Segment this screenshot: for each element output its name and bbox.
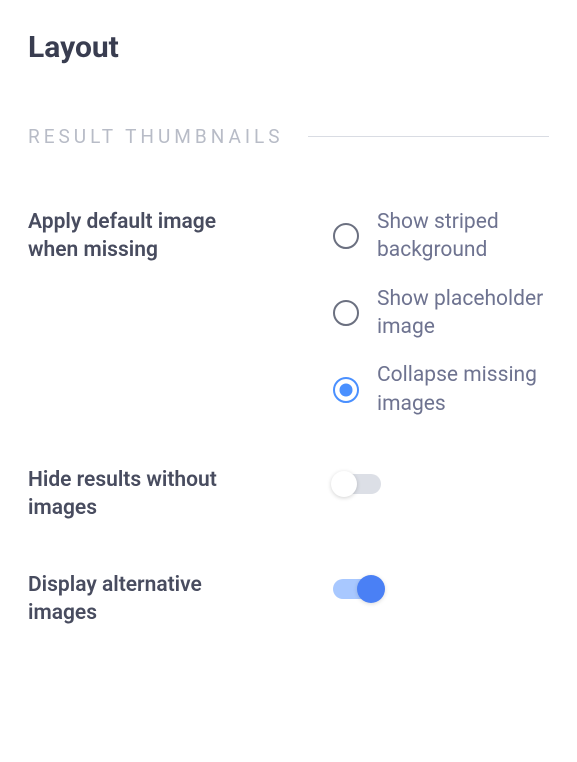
- radio-option-placeholder-image[interactable]: Show placeholder image: [333, 285, 549, 342]
- radio-icon: [333, 300, 359, 326]
- radio-icon: [333, 223, 359, 249]
- radio-label: Show placeholder image: [377, 285, 549, 342]
- setting-label-display-alternative: Display alternative images: [28, 571, 253, 628]
- setting-default-image: Apply default image when missing Show st…: [28, 208, 549, 418]
- setting-label-hide-without-images: Hide results without images: [28, 466, 253, 523]
- section-divider: [308, 136, 549, 137]
- toggle-knob: [331, 471, 357, 497]
- setting-control-default-image: Show striped background Show placeholder…: [253, 208, 549, 418]
- radio-option-striped-background[interactable]: Show striped background: [333, 208, 549, 265]
- radio-label: Collapse missing images: [377, 361, 549, 418]
- toggle-knob: [357, 575, 385, 603]
- radio-option-collapse-missing[interactable]: Collapse missing images: [333, 361, 549, 418]
- section-title: RESULT THUMBNAILS: [28, 125, 284, 148]
- page-title: Layout: [28, 30, 549, 65]
- setting-control-display-alternative: [253, 571, 549, 599]
- setting-label-default-image: Apply default image when missing: [28, 208, 253, 265]
- setting-display-alternative: Display alternative images: [28, 571, 549, 628]
- radio-icon-selected: [333, 377, 359, 403]
- radio-label: Show striped background: [377, 208, 549, 265]
- setting-control-hide-without-images: [253, 466, 549, 494]
- toggle-hide-without-images[interactable]: [333, 474, 381, 494]
- radio-group-default-image: Show striped background Show placeholder…: [333, 208, 549, 418]
- setting-hide-without-images: Hide results without images: [28, 466, 549, 523]
- section-header: RESULT THUMBNAILS: [28, 125, 549, 148]
- toggle-display-alternative[interactable]: [333, 579, 381, 599]
